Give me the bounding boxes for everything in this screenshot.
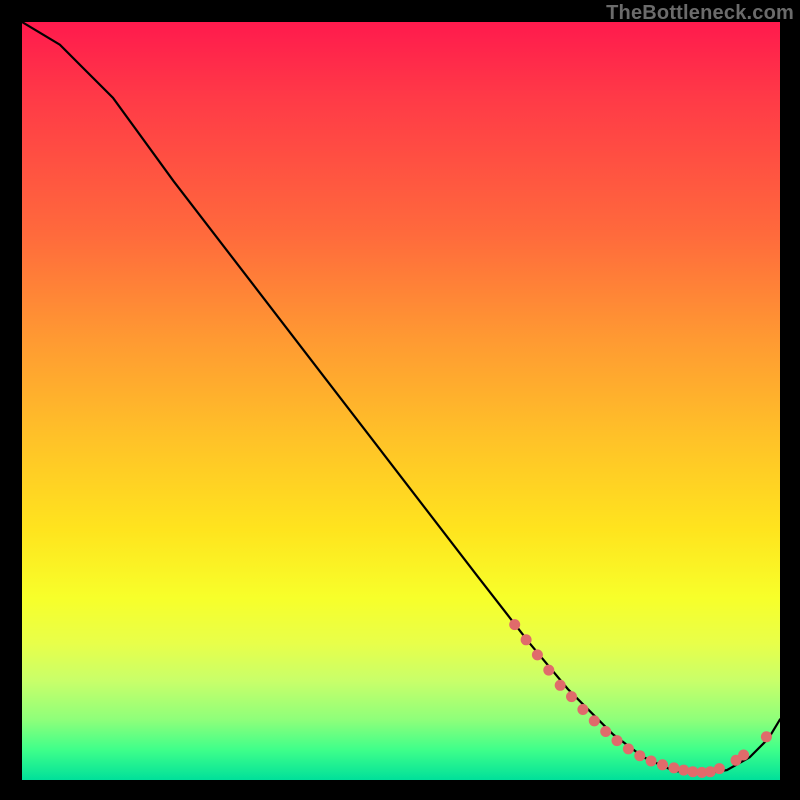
curve-marker-dot xyxy=(589,715,600,726)
curve-marker-dot xyxy=(612,735,623,746)
curve-marker-dot xyxy=(532,649,543,660)
curve-marker-dot xyxy=(761,731,772,742)
curve-marker-dot xyxy=(623,743,634,754)
chart-frame: TheBottleneck.com xyxy=(0,0,800,800)
curve-marker-dot xyxy=(634,750,645,761)
curve-marker-dot xyxy=(600,726,611,737)
curve-marker-dot xyxy=(731,755,742,766)
curve-marker-dot xyxy=(646,756,657,767)
curve-marker-dot xyxy=(577,704,588,715)
curve-markers xyxy=(509,619,772,778)
curve-marker-dot xyxy=(678,765,689,776)
curve-group xyxy=(22,22,780,774)
curve-marker-dot xyxy=(714,763,725,774)
curve-marker-dot xyxy=(668,762,679,773)
curve-marker-dot xyxy=(696,767,707,778)
curve-marker-dot xyxy=(555,680,566,691)
curve-marker-dot xyxy=(521,634,532,645)
chart-plot-area xyxy=(22,22,780,780)
curve-marker-dot xyxy=(687,766,698,777)
chart-overlay-svg xyxy=(22,22,780,780)
curve-marker-dot xyxy=(705,766,716,777)
bottleneck-curve xyxy=(22,22,780,774)
curve-marker-dot xyxy=(566,691,577,702)
curve-marker-dot xyxy=(657,759,668,770)
curve-marker-dot xyxy=(543,665,554,676)
curve-marker-dot xyxy=(738,750,749,761)
curve-marker-dot xyxy=(509,619,520,630)
